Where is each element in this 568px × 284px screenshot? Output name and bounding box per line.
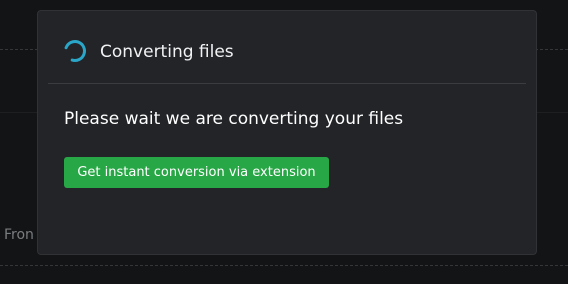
converting-files-dialog: Converting files Please wait we are conv… [37, 10, 537, 255]
backdrop-divider [0, 265, 568, 266]
loading-spinner-icon [64, 40, 86, 62]
get-instant-conversion-button[interactable]: Get instant conversion via extension [64, 157, 329, 188]
backdrop-label: Fron [4, 227, 34, 243]
dialog-title: Converting files [100, 42, 234, 62]
dialog-header: Converting files [38, 11, 536, 84]
dialog-divider [48, 83, 526, 84]
dialog-message: Please wait we are converting your files [64, 109, 404, 129]
